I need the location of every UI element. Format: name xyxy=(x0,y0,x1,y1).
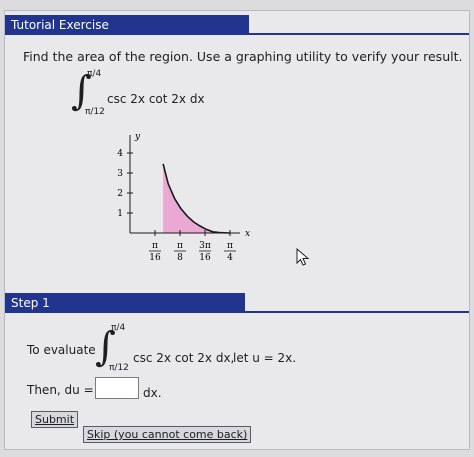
du-answer-input[interactable] xyxy=(95,377,139,399)
dx-suffix: dx. xyxy=(143,386,162,400)
step-integral-upper-limit: π/4 xyxy=(111,323,126,333)
exercise-tab-label: Tutorial Exercise xyxy=(11,18,109,32)
exercise-tab: Tutorial Exercise xyxy=(5,15,249,35)
step-integral-sign: ∫ xyxy=(95,324,116,370)
step-tab: Step 1 xyxy=(5,293,245,313)
y-tick-label: 3 xyxy=(117,169,123,179)
exercise-tab-rule xyxy=(5,33,469,35)
exercise-prompt: Find the area of the region. Use a graph… xyxy=(23,49,463,64)
step-integrand: csc 2x cot 2x dx, xyxy=(133,351,235,365)
x-ticks: π 16 π 8 3π 16 π 4 xyxy=(149,230,236,263)
y-tick-label: 1 xyxy=(117,209,123,219)
x-axis-label: x xyxy=(245,229,250,239)
submit-button[interactable]: Submit xyxy=(31,411,79,428)
step-tab-label: Step 1 xyxy=(11,296,50,310)
x-tick-label-denominator: 4 xyxy=(227,253,233,263)
x-tick-label-denominator: 16 xyxy=(149,253,161,263)
x-tick-label-numerator: π xyxy=(152,241,158,251)
exercise-integral: ∫ π/4 π/12 csc 2x cot 2x dx xyxy=(71,69,291,121)
y-axis-label: y xyxy=(134,132,141,142)
y-ticks: 1 2 3 4 xyxy=(117,149,133,219)
x-tick-label-numerator: π xyxy=(177,241,183,251)
substitution-text: let u = 2x. xyxy=(233,351,297,365)
step-integral-lower-limit: π/12 xyxy=(109,363,129,373)
x-tick-label-denominator: 16 xyxy=(199,253,211,263)
integral-lower-limit: π/12 xyxy=(85,107,105,117)
shaded-region xyxy=(163,163,230,233)
integral-upper-limit: π/4 xyxy=(87,69,102,79)
x-tick-label-numerator: π xyxy=(227,241,233,251)
exercise-panel: Tutorial Exercise Find the area of the r… xyxy=(4,10,470,450)
mouse-cursor-icon xyxy=(296,248,310,266)
region-chart: 1 2 3 4 π 16 π 8 3π 16 π 4 y x xyxy=(117,132,250,263)
integrand: csc 2x cot 2x dx xyxy=(107,92,205,106)
x-tick-label-numerator: 3π xyxy=(199,241,211,251)
y-tick-label: 4 xyxy=(117,149,123,159)
then-prefix: Then, du = xyxy=(27,383,94,397)
evaluate-prefix: To evaluate xyxy=(27,343,96,357)
x-tick-label-denominator: 8 xyxy=(177,253,183,263)
y-tick-label: 2 xyxy=(117,189,123,199)
step-evaluate-line: To evaluate ∫ π/4 π/12 csc 2x cot 2x dx,… xyxy=(27,321,457,375)
step-tab-rule xyxy=(5,311,469,313)
skip-button[interactable]: Skip (you cannot come back) xyxy=(83,426,252,443)
